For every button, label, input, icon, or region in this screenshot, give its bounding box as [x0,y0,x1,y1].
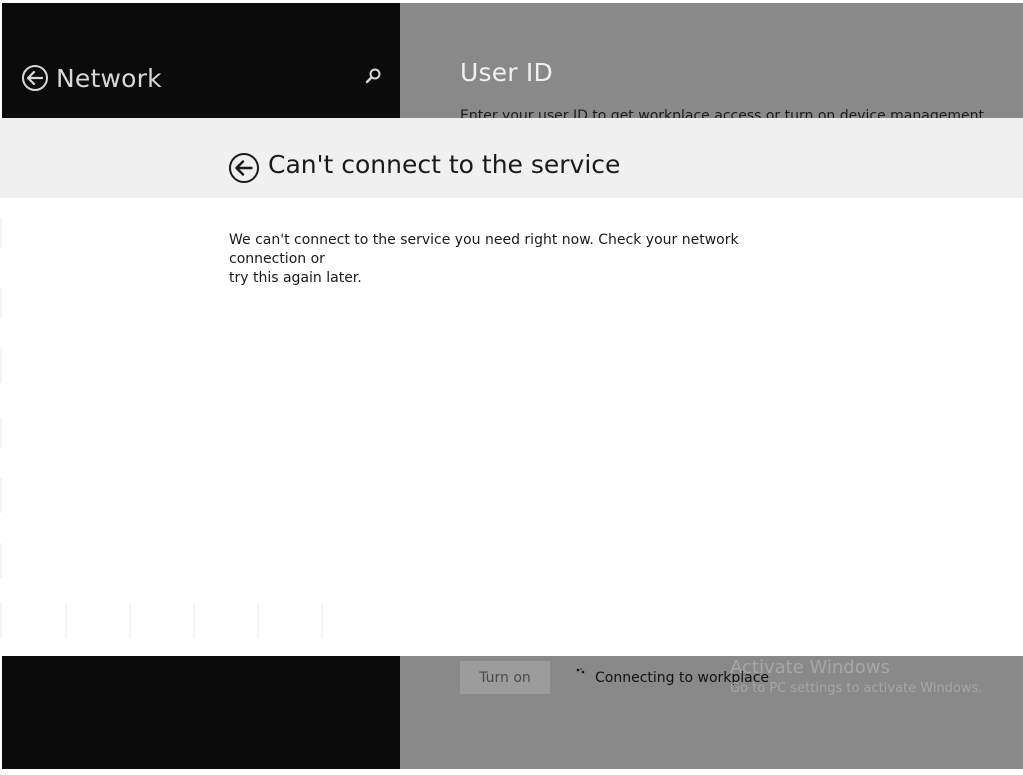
error-dialog: Can't connect to the service We can't co… [0,118,1023,656]
activation-watermark-subtitle: Go to PC settings to activate Windows. [730,681,983,696]
turn-on-button[interactable]: Turn on [460,661,550,694]
left-pane-title: Network [56,63,162,93]
search-icon[interactable] [364,67,382,85]
back-arrow-icon[interactable] [22,65,48,91]
edge-artifacts [0,218,323,638]
page-title: User ID [460,58,553,87]
activation-watermark-title: Activate Windows [730,657,890,678]
bottom-border [0,769,1023,775]
spinner-icon [576,665,590,677]
dialog-header: Can't connect to the service [0,118,1023,198]
back-arrow-icon[interactable] [229,153,259,183]
settings-window: Network User ID Enter your user ID to ge… [0,0,1023,775]
dialog-title: Can't connect to the service [268,150,621,179]
left-pane-header: Network [22,58,162,98]
